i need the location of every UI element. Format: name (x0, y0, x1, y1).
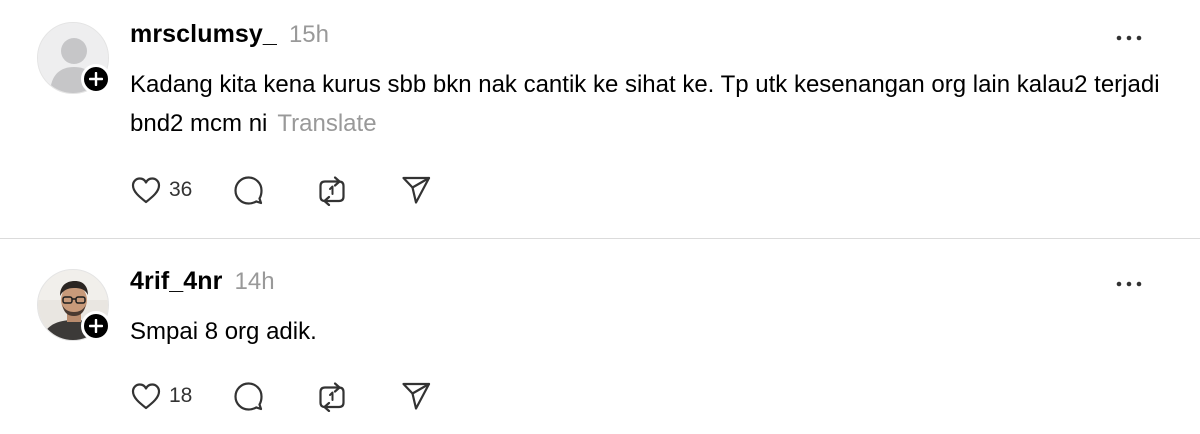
heart-icon (131, 177, 161, 204)
reply-button[interactable] (232, 171, 316, 209)
like-button[interactable]: 36 (130, 171, 232, 209)
repost-icon (319, 176, 345, 206)
more-options-button[interactable] (1114, 28, 1144, 48)
plus-icon (89, 72, 103, 86)
post-content: Kadang kita kena kurus sbb bkn nak canti… (130, 65, 1180, 143)
more-dots-icon (1116, 35, 1142, 41)
like-count: 18 (169, 384, 193, 407)
translate-link[interactable]: Translate (277, 110, 376, 137)
repost-button[interactable] (316, 171, 400, 209)
plus-icon (89, 319, 103, 333)
send-icon (402, 382, 431, 410)
post-header: mrsclumsy_ 15h (130, 20, 329, 49)
username[interactable]: 4rif_4nr (130, 267, 223, 296)
heart-icon (131, 383, 161, 410)
post-text: Smpai 8 org adik. (130, 318, 317, 345)
timestamp[interactable]: 15h (289, 21, 329, 49)
speech-bubble-icon (234, 176, 263, 205)
more-dots-icon (1116, 281, 1142, 287)
share-button[interactable] (400, 377, 440, 415)
follow-button[interactable] (81, 64, 111, 94)
repost-icon (319, 382, 345, 412)
like-count: 36 (169, 178, 193, 201)
timestamp[interactable]: 14h (235, 268, 275, 296)
action-bar: 36 (130, 171, 440, 209)
speech-bubble-icon (234, 382, 263, 411)
post-header: 4rif_4nr 14h (130, 267, 275, 296)
avatar-container (37, 22, 111, 94)
share-button[interactable] (400, 171, 440, 209)
like-button[interactable]: 18 (130, 377, 232, 415)
send-icon (402, 176, 431, 204)
repost-button[interactable] (316, 377, 400, 415)
username[interactable]: mrsclumsy_ (130, 20, 277, 49)
more-options-button[interactable] (1114, 274, 1144, 294)
post-content: Smpai 8 org adik. (130, 312, 1180, 351)
avatar-container (37, 269, 111, 341)
follow-button[interactable] (81, 311, 111, 341)
action-bar: 18 (130, 377, 440, 415)
thread-post: mrsclumsy_ 15h Kadang kita kena kurus sb… (0, 0, 1200, 238)
reply-button[interactable] (232, 377, 316, 415)
